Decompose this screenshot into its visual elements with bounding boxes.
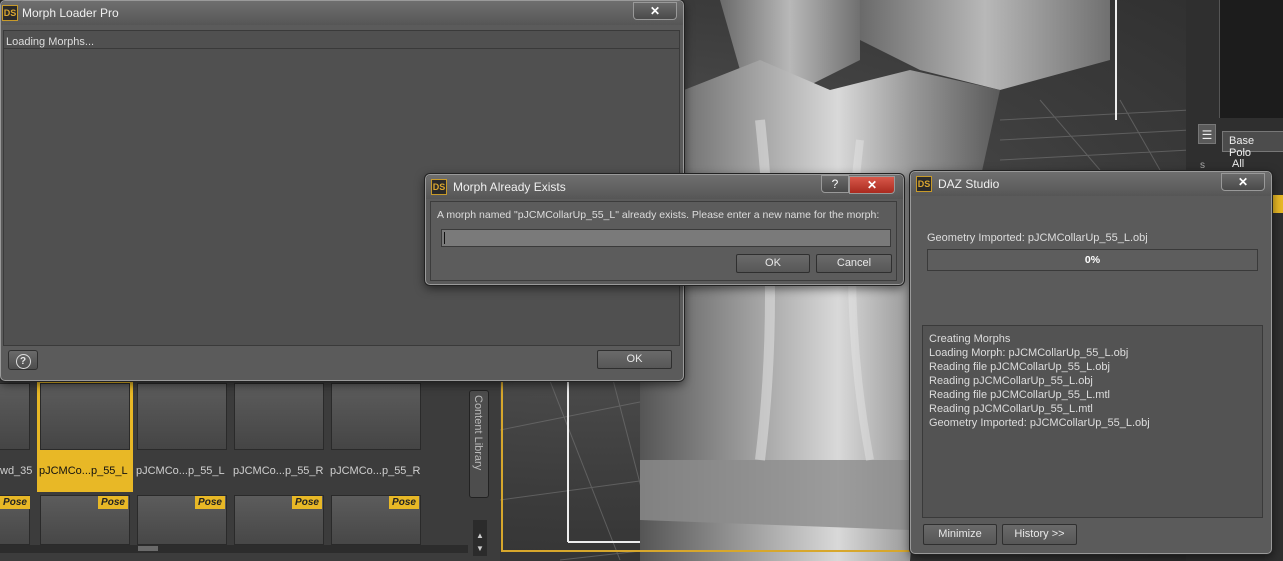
window-title: Morph Loader Pro <box>22 6 119 20</box>
daz-logo-icon: DS <box>431 179 447 195</box>
content-item-thumb[interactable] <box>331 383 421 450</box>
divider <box>4 48 679 49</box>
tab-content-library[interactable]: Content Library <box>469 390 489 498</box>
log-line: Reading file pJCMCollarUp_55_L.obj <box>929 361 1110 373</box>
hscroll-thumb[interactable] <box>138 546 158 551</box>
morph-already-exists-dialog: DS Morph Already Exists ? ✕ A morph name… <box>425 174 904 285</box>
pose-badge: Pose <box>292 496 322 509</box>
morph-loader-titlebar[interactable]: DS Morph Loader Pro ✕ <box>1 1 683 25</box>
morph-name-input[interactable] <box>441 229 891 247</box>
minimize-button[interactable]: Minimize <box>923 524 997 545</box>
pose-badge: Pose <box>195 496 225 509</box>
close-icon[interactable]: ✕ <box>849 176 895 194</box>
dialog-title: DAZ Studio <box>938 177 1000 191</box>
dialog-message: A morph named "pJCMCollarUp_55_L" alread… <box>437 209 880 221</box>
close-icon[interactable]: ✕ <box>1221 173 1265 191</box>
log-line: Reading pJCMCollarUp_55_L.mtl <box>929 403 1093 415</box>
progress-bar: 0% <box>927 249 1258 271</box>
ok-button[interactable]: OK <box>597 350 672 369</box>
side-tab-label[interactable]: s <box>1200 160 1205 171</box>
right-panel-preview <box>1219 0 1283 118</box>
content-item-label: pJCMCo...p_55_R <box>233 465 324 477</box>
cancel-button[interactable]: Cancel <box>816 254 892 273</box>
content-item-thumb[interactable] <box>137 383 227 450</box>
log-line: Creating Morphs <box>929 333 1011 345</box>
tab-base-polo[interactable]: Base Polo <box>1222 131 1283 159</box>
pose-badge: Pose <box>0 496 30 509</box>
ok-button[interactable]: OK <box>736 254 810 273</box>
geometry-imported-label: Geometry Imported: pJCMCollarUp_55_L.obj <box>927 232 1148 244</box>
content-item-label: pJCMCo...p_55_L <box>136 465 225 477</box>
pane-menu-icon[interactable]: ☰ <box>1198 124 1216 144</box>
content-item-label: pJCMCo...p_55_L <box>39 465 128 477</box>
content-item-thumb[interactable] <box>0 383 30 450</box>
content-item-label: pJCMCo...p_55_R <box>330 465 421 477</box>
content-hscrollbar[interactable] <box>0 545 468 553</box>
daz-logo-icon: DS <box>916 176 932 192</box>
log-line: Loading Morph: pJCMCollarUp_55_L.obj <box>929 347 1129 359</box>
filter-all[interactable]: All <box>1232 158 1244 170</box>
tab-content-library-label: Content Library <box>472 395 484 471</box>
history-log: Creating Morphs Loading Morph: pJCMColla… <box>922 325 1263 518</box>
log-line: Reading pJCMCollarUp_55_L.obj <box>929 375 1093 387</box>
history-button[interactable]: History >> <box>1002 524 1077 545</box>
text-cursor <box>444 232 445 244</box>
scroll-down-icon[interactable]: ▼ <box>473 543 487 555</box>
scroll-up-icon[interactable]: ▲ <box>473 530 487 542</box>
help-icon[interactable]: ? <box>821 175 849 193</box>
content-item-thumb[interactable] <box>234 383 324 450</box>
help-icon: ? <box>15 354 31 369</box>
dialog-title: Morph Already Exists <box>453 180 566 194</box>
loading-status: Loading Morphs... <box>6 36 95 48</box>
log-line: Reading file pJCMCollarUp_55_L.mtl <box>929 389 1110 401</box>
content-item-thumb[interactable] <box>40 383 130 450</box>
close-icon[interactable]: ✕ <box>633 2 677 20</box>
log-line: Geometry Imported: pJCMCollarUp_55_L.obj <box>929 417 1150 429</box>
dialog-titlebar[interactable]: DS Morph Already Exists ? ✕ <box>426 175 903 199</box>
help-button[interactable]: ? <box>8 350 38 370</box>
daz-logo-icon: DS <box>2 5 18 21</box>
pose-badge: Pose <box>389 496 419 509</box>
dialog-body: A morph named "pJCMCollarUp_55_L" alread… <box>430 201 897 281</box>
pose-badge: Pose <box>98 496 128 509</box>
dialog-titlebar[interactable]: DS DAZ Studio ✕ <box>911 172 1271 196</box>
daz-studio-progress-dialog: DS DAZ Studio ✕ Geometry Imported: pJCMC… <box>910 171 1272 554</box>
